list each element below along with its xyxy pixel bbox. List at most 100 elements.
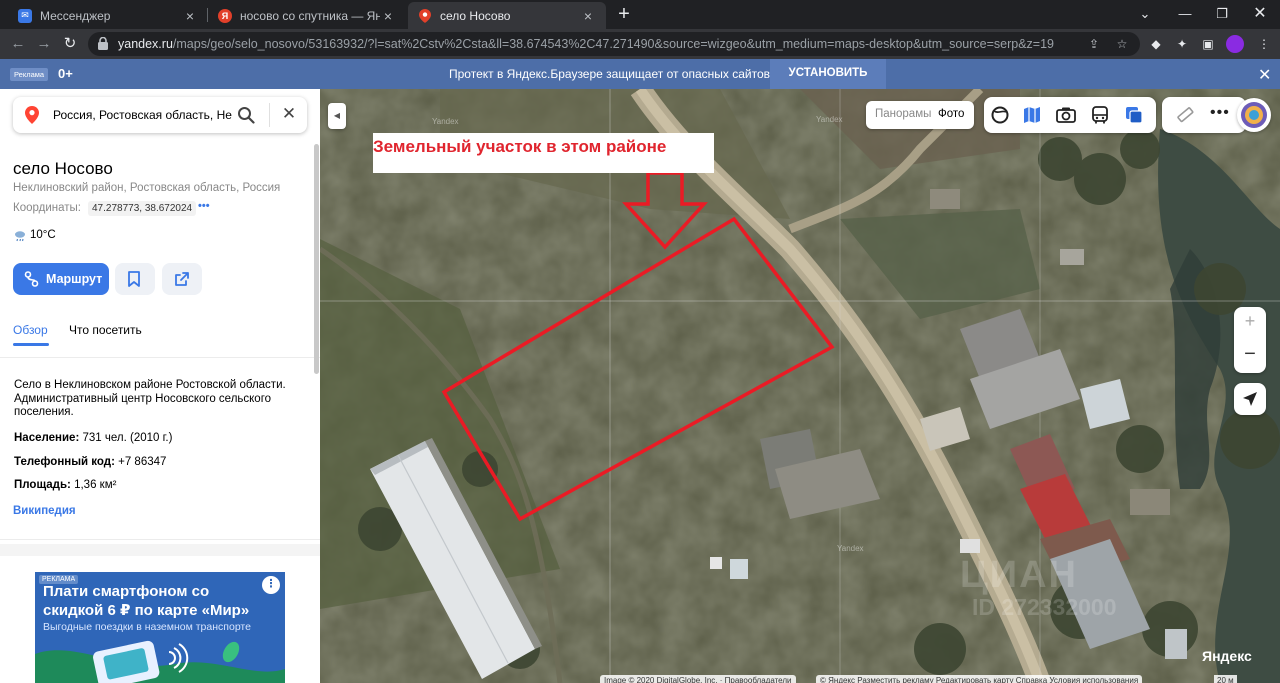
satellite-map[interactable]: Yandex Yandex Yandex ЦИАН ID 272332000 ◀… [320,89,1280,683]
layers-circle-icon[interactable] [990,106,1010,124]
wikipedia-link[interactable]: Википедия [13,505,76,517]
new-tab-button[interactable]: + [614,4,634,24]
yandex-logo: Яндекс [1202,648,1252,664]
tab-what-to-visit[interactable]: Что посетить [69,323,142,337]
ad-phone-illustration [35,640,285,683]
zoom-in-button[interactable]: + [1234,311,1266,332]
search-icon[interactable] [237,106,255,124]
extension-diamond-icon[interactable]: ◆ [1148,36,1164,52]
search-box[interactable]: Россия, Ростовская область, Не ✕ [13,97,307,133]
tab-overview[interactable]: Обзор [13,323,48,337]
photo-option[interactable]: Фото [938,108,964,120]
active-tab-indicator [13,343,49,346]
map-tools-bar: ••• [1162,97,1246,133]
reload-button[interactable]: ↻ [60,34,80,54]
bookmark-button[interactable] [115,263,155,295]
sidebar-ad-banner[interactable]: РЕКЛАМА Плати смартфоном со скидкой 6 ₽ … [35,572,285,683]
install-button[interactable]: УСТАНОВИТЬ [770,59,886,89]
my-location-button[interactable] [1234,383,1266,415]
tab-yandex-search[interactable]: Я носово со спутника — Яндекс: н × [208,2,406,29]
more-menu-icon[interactable]: ••• [1210,104,1230,122]
map-watermark: Yandex [432,117,459,126]
maximize-button[interactable]: ❐ [1212,4,1232,24]
collapse-sidebar-button[interactable]: ◀ [328,103,346,129]
annotation-text: Земельный участок в этом районе [373,137,667,156]
tab-title: село Носово [440,8,511,23]
place-sidebar: Россия, Ростовская область, Не ✕ село Но… [0,89,320,683]
zoom-out-button[interactable]: − [1234,343,1266,366]
close-window-button[interactable]: ✕ [1250,4,1270,24]
bookmark-star-icon[interactable]: ☆ [1114,36,1130,52]
divider [0,539,320,540]
tab-messenger[interactable]: ✉ Мессенджер × [8,2,208,29]
map-pin-icon [25,106,39,124]
tab-title: носово со спутника — Яндекс: н [240,8,380,23]
tab-selo-nosovo[interactable]: село Носово × [408,2,606,29]
traffic-map-icon[interactable] [1022,106,1042,124]
map-style-icon[interactable] [1124,106,1144,124]
tab-search-icon[interactable]: ⌄ [1135,4,1155,24]
coords-label: Координаты: [13,202,81,214]
route-icon [24,271,39,287]
url-text: yandex.ru/maps/geo/selo_nosovo/53163932/… [118,37,1055,51]
browser-menu-icon[interactable]: ⋮ [1256,36,1272,52]
tab-title: Мессенджер [40,8,111,23]
tabs-divider [0,357,320,358]
promo-message: Протект в Яндекс.Браузере защищает от оп… [449,67,771,81]
promo-banner: Реклама 0+ Протект в Яндекс.Браузере защ… [0,59,1280,89]
share-button[interactable] [162,263,202,295]
map-layers-bar [984,97,1156,133]
overlay-watermark-id: ID 272332000 [972,594,1117,620]
weather-rain-icon [15,231,25,242]
transit-bus-icon[interactable] [1090,106,1110,124]
panoramas-option[interactable]: Панорамы [875,108,931,120]
age-rating: 0+ [58,66,73,81]
lock-icon [98,37,108,50]
close-tab-icon[interactable]: × [380,8,396,24]
imagery-copyright[interactable]: Image © 2020 DigitalGlobe, Inc. · Правоо… [600,675,796,683]
profile-avatar[interactable] [1226,35,1244,53]
close-tab-icon[interactable]: × [182,8,198,24]
place-title: село Носово [13,159,113,178]
map-scale: 20 м [1214,675,1237,683]
zoom-controls: + − [1234,307,1266,373]
ad-headline: Плати смартфоном со скидкой 6 ₽ по карте… [43,583,250,619]
coords-more-button[interactable]: ••• [198,200,210,212]
route-button[interactable]: Маршрут [13,263,109,295]
place-description: Село в Неклиновском районе Ростовской об… [14,379,286,418]
panorama-photo-toggle[interactable]: Панорамы Фото [866,101,974,129]
sidebar-scrollbar[interactable] [314,144,319,374]
back-button[interactable]: ← [8,34,28,54]
satellite-imagery [320,89,1280,683]
clear-search-icon[interactable]: ✕ [279,104,299,124]
phone-code-row: Телефонный код: +7 86347 [14,456,167,468]
browser-tab-bar: ✉ Мессенджер × Я носово со спутника — Ян… [0,0,1280,29]
search-divider [269,103,270,127]
map-watermark: Yandex [837,544,864,553]
minimize-button[interactable]: — [1175,4,1195,24]
close-tab-icon[interactable]: × [580,8,596,24]
address-bar[interactable]: yandex.ru/maps/geo/selo_nosovo/53163932/… [88,32,1140,56]
extensions-puzzle-icon[interactable]: ✦ [1174,36,1190,52]
weather-temperature: 10°C [30,229,56,241]
close-promo-icon[interactable]: ✕ [1258,65,1271,85]
avatar-icon [1241,102,1267,128]
section-gap [0,544,320,556]
population-row: Население: 731 чел. (2010 г.) [14,432,173,444]
location-arrow-icon [1243,392,1257,406]
forward-button[interactable]: → [34,34,54,54]
coords-value[interactable]: 47.278773, 38.672024 [88,201,197,216]
camera-icon[interactable] [1056,106,1076,124]
area-row: Площадь: 1,36 км² [14,479,117,491]
bookmark-icon [128,271,140,287]
ruler-icon[interactable] [1176,107,1194,123]
user-profile-avatar[interactable] [1237,98,1271,132]
overlay-watermark: ЦИАН [960,554,1078,596]
search-input[interactable]: Россия, Ростовская область, Не [53,108,239,122]
map-watermark: Yandex [816,115,843,124]
ad-menu-icon[interactable]: ⋮ [262,576,280,594]
sidebar-panel-icon[interactable]: ▣ [1200,36,1216,52]
yandex-copyright-links[interactable]: © Яндекс Разместить рекламу Редактироват… [816,675,1143,683]
messenger-icon: ✉ [18,8,32,23]
share-icon[interactable]: ⇪ [1086,36,1102,52]
